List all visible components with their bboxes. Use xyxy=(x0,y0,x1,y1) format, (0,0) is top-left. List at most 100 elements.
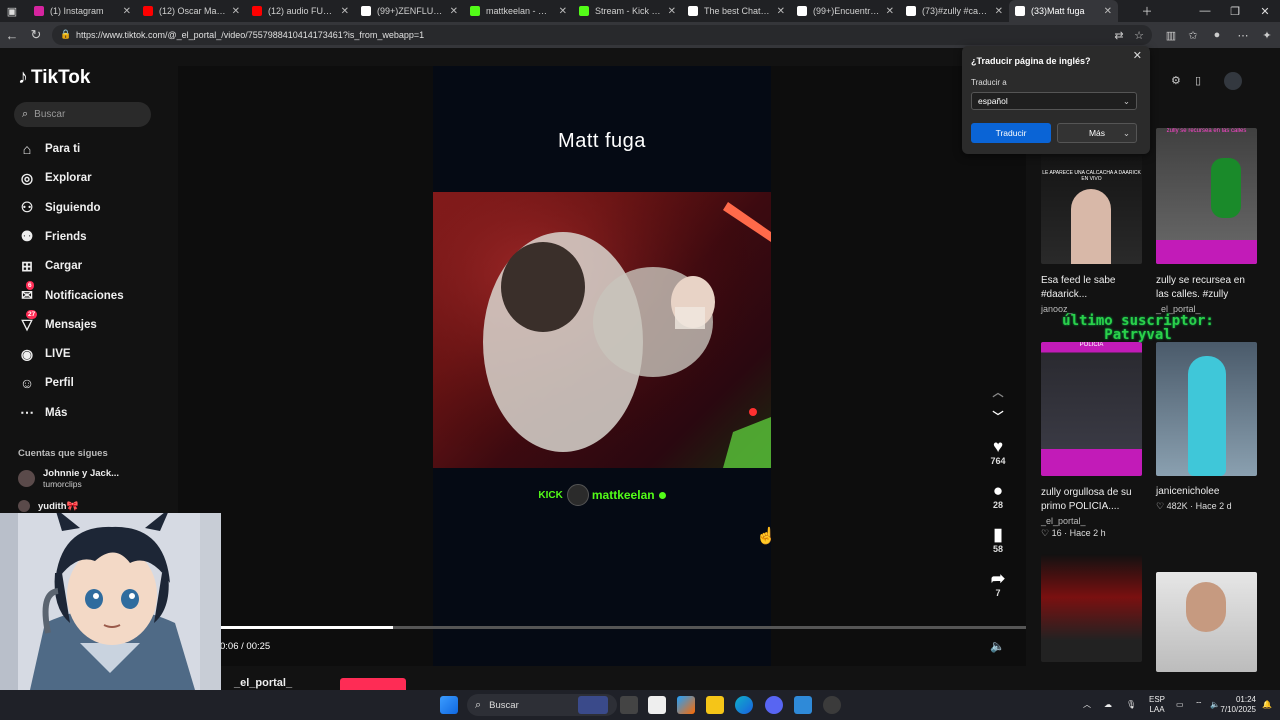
next-video-button[interactable]: ﹀ xyxy=(986,408,1010,426)
video-player[interactable]: Matt fuga KICK mattkeelan xyxy=(433,66,771,666)
progress-bar[interactable] xyxy=(220,626,1026,629)
close-icon[interactable]: ✕ xyxy=(1133,49,1142,62)
tab-close-icon[interactable]: ✕ xyxy=(777,6,785,17)
comment-button[interactable]: ● 28 xyxy=(986,482,1010,511)
message-icon: ▽ 27 xyxy=(21,309,38,333)
nav-item-siguiendo[interactable]: ⚇ Siguiendo xyxy=(18,196,168,220)
favorites-icon[interactable]: ✩ xyxy=(1184,26,1202,44)
more-button[interactable]: Más ⌄ xyxy=(1057,123,1137,143)
tab-close-icon[interactable]: ✕ xyxy=(341,6,349,17)
minimize-button[interactable]: — xyxy=(1190,0,1220,22)
browser-tab[interactable]: mattkeelan - Watch✕ xyxy=(464,0,573,22)
display-icon[interactable]: ▭ xyxy=(1176,700,1184,710)
recommendation-card[interactable]: zully se recursea en las calles zully se… xyxy=(1156,128,1257,314)
prev-video-button[interactable]: ︿ xyxy=(986,384,1010,402)
tab-close-icon[interactable]: ✕ xyxy=(1104,6,1112,17)
tab-close-icon[interactable]: ✕ xyxy=(559,6,567,17)
copilot-icon[interactable]: ✦ xyxy=(1258,26,1276,44)
discord-icon[interactable] xyxy=(765,696,783,714)
app-icon[interactable] xyxy=(794,696,812,714)
network-icon[interactable]: ☁ xyxy=(1104,700,1112,710)
search-input[interactable]: ⌕ Buscar xyxy=(14,102,151,127)
tab-close-icon[interactable]: ✕ xyxy=(450,6,458,17)
copilot-app-icon[interactable] xyxy=(677,696,695,714)
tab-close-icon[interactable]: ✕ xyxy=(886,6,894,17)
browser-tab[interactable]: (99+)ZENFLUENCER✕ xyxy=(355,0,464,22)
browser-tab[interactable]: (12) Oscar Maydon✕ xyxy=(137,0,246,22)
tab-close-icon[interactable]: ✕ xyxy=(995,6,1003,17)
recommendation-card[interactable] xyxy=(1041,554,1142,662)
menu-dots-icon[interactable]: ⋯ xyxy=(1234,26,1252,44)
upload-icon: ⊞ xyxy=(21,257,33,274)
edge-icon[interactable] xyxy=(735,696,753,714)
new-tab-button[interactable]: ＋ xyxy=(1132,0,1162,22)
device-icon[interactable]: ▯ xyxy=(1195,74,1201,87)
video-author[interactable]: _el_portal_ xyxy=(234,677,292,689)
translate-button[interactable]: Traducir xyxy=(971,123,1051,143)
start-icon[interactable] xyxy=(440,696,458,714)
notification-icon[interactable]: 🔔 xyxy=(1262,700,1272,710)
notification-badge: 6 xyxy=(26,280,34,290)
translate-icon[interactable]: ⇄ xyxy=(1110,26,1128,44)
tiktok-logo[interactable]: ♪ TikTok xyxy=(18,66,90,89)
favorite-star-icon[interactable]: ☆ xyxy=(1130,26,1148,44)
language-select[interactable]: español ⌄ xyxy=(971,92,1137,110)
following-item[interactable]: yudith🎀 xyxy=(18,500,78,512)
browser-tab[interactable]: (73)#zully #cañita ✕ xyxy=(900,0,1009,22)
translate-popup: ¿Traducir página de inglés? ✕ Traducir a… xyxy=(962,46,1150,154)
browser-tab[interactable]: The best ChatBot a✕ xyxy=(682,0,791,22)
refresh-button[interactable]: ↻ xyxy=(24,23,48,47)
obs-icon[interactable] xyxy=(823,696,841,714)
browser-tab[interactable]: (1) Instagram ✕ xyxy=(28,0,137,22)
address-bar[interactable]: 🔒 https://www.tiktok.com/@_el_portal_/vi… xyxy=(52,25,1152,45)
tab-close-icon[interactable]: ✕ xyxy=(232,6,240,17)
profile-icon[interactable]: ● xyxy=(1208,26,1226,44)
clock[interactable]: 01:24 7/10/2025 xyxy=(1212,695,1256,715)
volume-icon[interactable]: 🔈 xyxy=(990,639,1005,653)
nav-item-notificaciones[interactable]: ✉ 6 Notificaciones xyxy=(18,280,168,308)
recommendation-card[interactable] xyxy=(1156,572,1257,672)
nav-item-live[interactable]: ◉ LIVE xyxy=(18,342,168,366)
nav-item-explorar[interactable]: ◎ Explorar xyxy=(18,166,168,190)
store-icon[interactable] xyxy=(648,696,666,714)
maximize-button[interactable]: ❐ xyxy=(1220,0,1250,22)
tab-close-icon[interactable]: ✕ xyxy=(123,6,131,17)
following-item[interactable]: Johnnie y Jack... tumorclips xyxy=(18,468,119,489)
tab-close-icon[interactable]: ✕ xyxy=(668,6,676,17)
lock-icon: 🔒 xyxy=(60,29,72,39)
kick-logo: KICK xyxy=(538,489,563,501)
wifi-icon[interactable]: ⌔ xyxy=(1195,700,1203,710)
browser-tab[interactable]: Stream - Kick Dash✕ xyxy=(573,0,682,22)
recommendation-card[interactable]: janicenicholee ♡ 482K · Hace 2 d xyxy=(1156,342,1257,512)
language-indicator[interactable]: ESP LAA xyxy=(1149,695,1165,715)
share-button[interactable]: ➦ 7 xyxy=(986,570,1010,599)
follow-button[interactable] xyxy=(340,678,406,690)
split-screen-icon[interactable]: ▥ xyxy=(1162,26,1180,44)
nav-item-cargar[interactable]: ⊞ Cargar xyxy=(18,254,168,278)
video-frame[interactable] xyxy=(433,192,771,468)
like-button[interactable]: ♥ 764 xyxy=(986,438,1010,467)
browser-tab[interactable]: (99+)Encuentra 'Q ✕ xyxy=(791,0,900,22)
nav-item-mensajes[interactable]: ▽ 27 Mensajes xyxy=(18,309,168,337)
mic-icon[interactable]: 🎙 xyxy=(1126,700,1136,710)
streamer-avatar xyxy=(566,484,589,506)
browser-tab[interactable]: (33)Matt fuga ✕ xyxy=(1009,0,1118,22)
nav-item-ms[interactable]: ⋯ Más xyxy=(18,401,168,425)
save-button[interactable]: ▮ 58 xyxy=(986,526,1010,555)
nav-item-friends[interactable]: ⚉ Friends xyxy=(18,225,168,249)
windows-taskbar: ⌕ Buscar ︿ ☁ 🎙 ESP LAA ▭ ⌔ 🔈 01:24 7/10/202… xyxy=(0,690,1280,720)
file-explorer-icon[interactable] xyxy=(706,696,724,714)
recommendation-card[interactable]: POLICIA zully orgullosa de su primo POLI… xyxy=(1041,342,1142,539)
close-window-button[interactable]: ✕ xyxy=(1250,0,1280,22)
tray-chevron-icon[interactable]: ︿ xyxy=(1083,700,1091,710)
task-view-icon[interactable] xyxy=(620,696,638,714)
nav-item-perfil[interactable]: ☺ Perfil xyxy=(18,371,168,395)
browser-tab[interactable]: (12) audio FUEGO,✕ xyxy=(246,0,355,22)
tab-actions-icon[interactable]: ▣ xyxy=(0,0,24,22)
back-button[interactable]: ← xyxy=(0,23,24,47)
profile-avatar[interactable] xyxy=(1224,72,1242,90)
recommendation-card[interactable]: LE APARECE UNA CALCACHA A DAARICK EN VIV… xyxy=(1041,154,1142,314)
nav-item-parati[interactable]: ⌂ Para ti xyxy=(18,137,168,161)
widget-icon[interactable] xyxy=(578,696,608,714)
settings-icon[interactable]: ⚙ xyxy=(1171,74,1181,87)
